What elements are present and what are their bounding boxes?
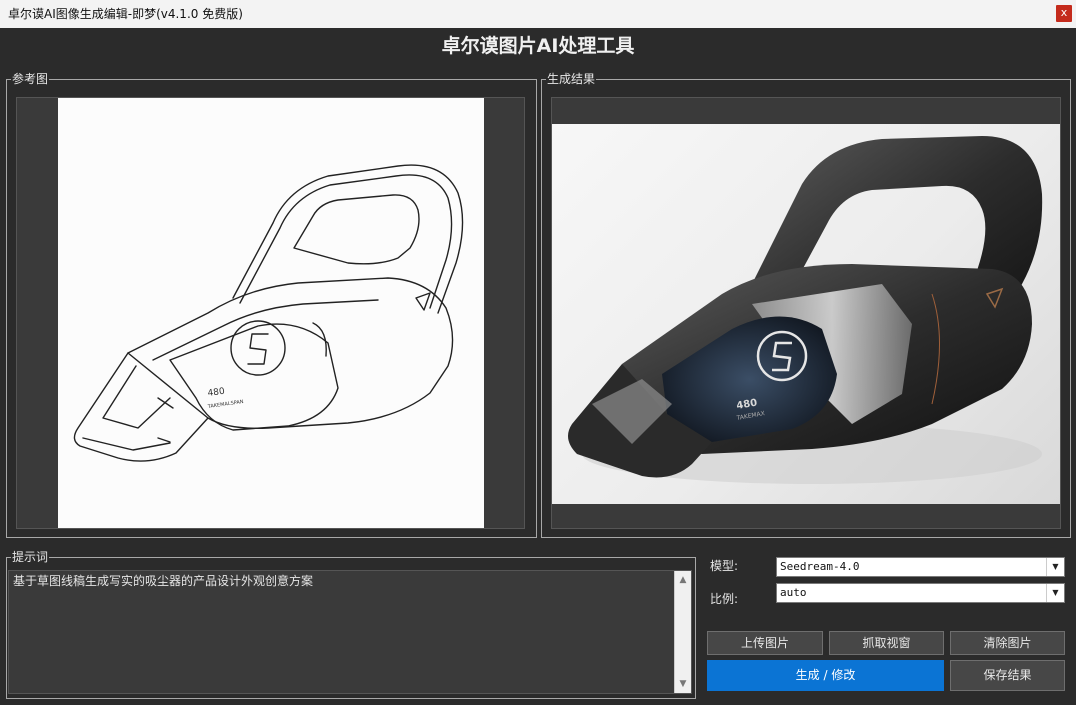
result-image: 480 TAKEMAX bbox=[552, 124, 1060, 504]
window-titlebar: 卓尔谟AI图像生成编辑-即梦(v4.1.0 免费版) x bbox=[0, 0, 1076, 28]
upload-image-button[interactable]: 上传图片 bbox=[707, 631, 823, 655]
ratio-label: 比例: bbox=[710, 592, 739, 606]
clear-image-button[interactable]: 清除图片 bbox=[950, 631, 1065, 655]
save-result-button[interactable]: 保存结果 bbox=[950, 660, 1065, 691]
vacuum-render-illustration: 480 TAKEMAX bbox=[568, 136, 1043, 484]
app-title: 卓尔谟图片AI处理工具 bbox=[441, 35, 635, 57]
model-select[interactable]: Seedream-4.0 ▼ bbox=[776, 557, 1065, 577]
chevron-down-icon[interactable]: ▼ bbox=[1046, 584, 1064, 602]
reference-image-area[interactable]: 480 TAKEMALSPAN bbox=[16, 97, 525, 529]
prompt-legend: 提示词 bbox=[12, 550, 49, 564]
chevron-down-icon[interactable]: ▼ bbox=[1046, 558, 1064, 576]
model-value: Seedream-4.0 bbox=[780, 560, 860, 573]
ratio-select[interactable]: auto ▼ bbox=[776, 583, 1065, 603]
result-image-area[interactable]: 480 TAKEMAX bbox=[551, 97, 1061, 529]
vacuum-sketch-illustration: 480 TAKEMALSPAN bbox=[73, 164, 464, 462]
model-label: 模型: bbox=[710, 559, 739, 573]
result-legend: 生成结果 bbox=[547, 72, 596, 86]
prompt-text: 基于草图线稿生成写实的吸尘器的产品设计外观创意方案 bbox=[13, 574, 314, 588]
generate-button[interactable]: 生成 / 修改 bbox=[707, 660, 944, 691]
ratio-value: auto bbox=[780, 586, 807, 599]
reference-legend: 参考图 bbox=[12, 72, 49, 86]
prompt-input[interactable]: 基于草图线稿生成写实的吸尘器的产品设计外观创意方案 ▲ ▼ bbox=[8, 570, 692, 694]
sketch-model-text: 480 bbox=[207, 387, 226, 399]
capture-window-button[interactable]: 抓取视窗 bbox=[829, 631, 944, 655]
scroll-up-icon[interactable]: ▲ bbox=[675, 572, 691, 588]
sketch-brand-text: TAKEMALSPAN bbox=[206, 399, 244, 410]
close-icon[interactable]: x bbox=[1056, 5, 1072, 22]
prompt-scrollbar[interactable]: ▲ ▼ bbox=[674, 571, 691, 693]
reference-image: 480 TAKEMALSPAN bbox=[58, 98, 484, 528]
scroll-down-icon[interactable]: ▼ bbox=[675, 676, 691, 692]
window-title: 卓尔谟AI图像生成编辑-即梦(v4.1.0 免费版) bbox=[8, 7, 243, 21]
